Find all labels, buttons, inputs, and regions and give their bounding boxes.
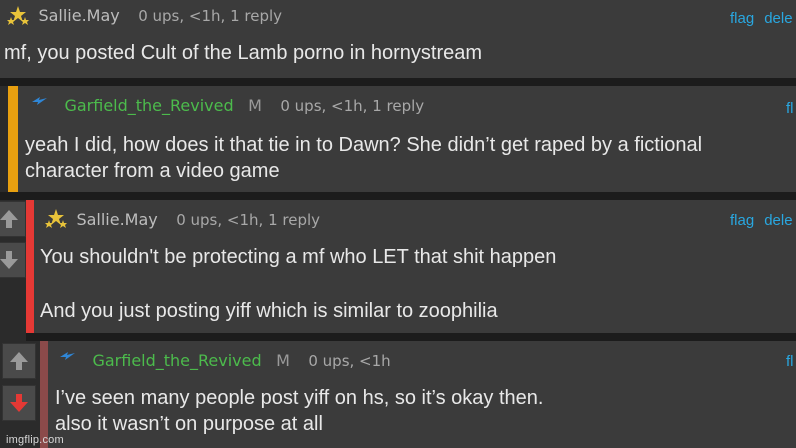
stars-icon <box>7 6 29 25</box>
comment-text-line: mf, you posted Cult of the Lamb porno in… <box>4 42 483 64</box>
comment-1: Sallie.May 0 ups, <1h, 1 reply flag dele … <box>0 0 796 78</box>
comment-body: mf, you posted Cult of the Lamb porno in… <box>4 40 482 66</box>
comment-text-line: character from a video game <box>25 160 280 182</box>
comment-text-line: yeah I did, how does it that tie in to D… <box>25 134 703 156</box>
reply-depth-bar <box>26 200 34 333</box>
delete-link[interactable]: dele <box>764 212 792 229</box>
down-arrow-icon <box>10 394 28 412</box>
comment-meta: 0 ups, <1h, 1 reply <box>280 97 425 115</box>
down-arrow-icon <box>0 251 18 269</box>
upvote-button[interactable] <box>0 201 26 237</box>
flag-link[interactable]: flag <box>730 10 754 27</box>
username[interactable]: Garfield_the_Revived <box>64 96 233 115</box>
mod-badge: M <box>276 351 290 370</box>
up-arrow-icon <box>10 352 28 370</box>
watermark: imgflip.com <box>6 434 64 446</box>
divider <box>26 333 796 341</box>
divider <box>0 192 796 200</box>
divider <box>0 78 796 86</box>
username[interactable]: Garfield_the_Revived <box>92 351 261 370</box>
reply-depth-bar <box>40 341 48 448</box>
comment-actions: fl <box>786 353 796 370</box>
comment-actions: flag dele <box>730 212 796 229</box>
comment-text-line: You shouldn't be protecting a mf who LET… <box>40 246 557 268</box>
comment-header: Garfield_the_Revived M 0 ups, <1h, 1 rep… <box>30 96 796 118</box>
comment-actions: flag dele <box>730 10 796 27</box>
upvote-button[interactable] <box>2 343 36 379</box>
mod-badge: M <box>248 96 262 115</box>
downvote-button[interactable] <box>0 242 26 278</box>
comment-body: yeah I did, how does it that tie in to D… <box>25 132 702 184</box>
comment-header: Sallie.May 0 ups, <1h, 1 reply <box>6 6 796 28</box>
comment-text-line: also it wasn’t on purpose at all <box>55 413 323 435</box>
blue-lightning-icon <box>32 97 47 105</box>
delete-link[interactable]: dele <box>764 10 792 27</box>
flag-link[interactable]: fl <box>786 353 794 370</box>
username[interactable]: Sallie.May <box>76 210 157 229</box>
comment-3: Sallie.May 0 ups, <1h, 1 reply flag dele … <box>26 200 796 333</box>
up-arrow-icon <box>0 210 18 228</box>
comment-actions: fl <box>786 100 796 117</box>
reply-depth-bar <box>8 86 18 192</box>
comment-2: Garfield_the_Revived M 0 ups, <1h, 1 rep… <box>8 86 796 192</box>
username[interactable]: Sallie.May <box>38 6 119 25</box>
comment-meta: 0 ups, <1h <box>308 352 391 370</box>
comment-header: Garfield_the_Revived M 0 ups, <1h <box>58 351 796 373</box>
comment-text-line: And you just posting yiff which is simil… <box>40 300 498 322</box>
comment-text-line: I’ve seen many people post yiff on hs, s… <box>55 387 544 409</box>
comment-body: You shouldn't be protecting a mf who LET… <box>40 244 556 324</box>
comment-4: Garfield_the_Revived M 0 ups, <1h fl I’v… <box>40 341 796 448</box>
flag-link[interactable]: fl <box>786 100 794 117</box>
flag-link[interactable]: flag <box>730 212 754 229</box>
downvote-button[interactable] <box>2 385 36 421</box>
stars-icon <box>45 209 67 228</box>
blue-lightning-icon <box>60 352 75 360</box>
comment-meta: 0 ups, <1h, 1 reply <box>138 7 283 25</box>
comment-header: Sallie.May 0 ups, <1h, 1 reply <box>44 209 796 232</box>
comment-meta: 0 ups, <1h, 1 reply <box>176 211 321 229</box>
comment-body: I’ve seen many people post yiff on hs, s… <box>55 385 543 437</box>
